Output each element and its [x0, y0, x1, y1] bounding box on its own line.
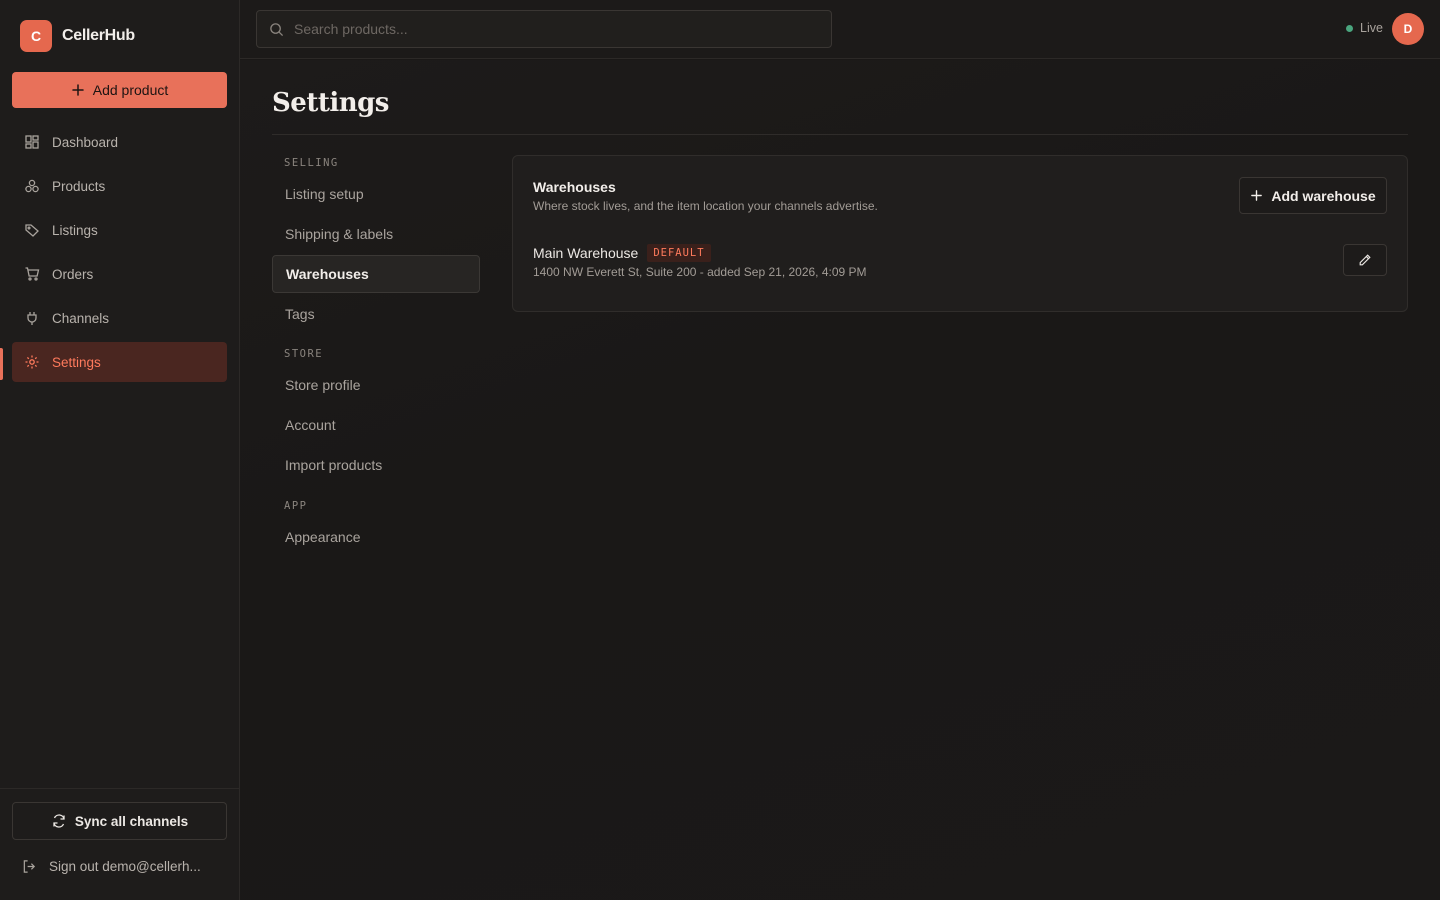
- brand-logo: C: [20, 20, 52, 52]
- live-status: Live: [1346, 21, 1383, 35]
- avatar[interactable]: D: [1392, 13, 1424, 45]
- warehouses-description: Where stock lives, and the item location…: [533, 199, 878, 213]
- subnav-section-app: APP: [284, 500, 308, 512]
- sidebar-item-listings[interactable]: Listings: [12, 210, 227, 250]
- sign-out-label: Sign out demo@cellerh...: [49, 859, 201, 874]
- refresh-icon: [51, 813, 67, 829]
- sidebar-item-orders[interactable]: Orders: [12, 254, 227, 294]
- subnav-item-store-profile[interactable]: Store profile: [272, 366, 480, 404]
- gear-icon: [24, 354, 40, 370]
- warehouse-row: Main Warehouse DEFAULT: [533, 244, 711, 262]
- dashboard-icon: [24, 134, 40, 150]
- sidebar-item-settings[interactable]: Settings: [12, 342, 227, 382]
- sync-label: Sync all channels: [74, 813, 189, 829]
- subnav-section-selling: SELLING: [284, 157, 339, 169]
- sidebar-nav: Dashboard Products Listings Orders Chann…: [12, 122, 227, 386]
- sign-out-icon: [22, 859, 37, 874]
- page-title: Settings: [272, 88, 389, 118]
- top-bar: Live D: [240, 0, 1440, 59]
- add-warehouse-button[interactable]: Add warehouse: [1239, 177, 1387, 214]
- add-product-label: Add product: [92, 82, 169, 98]
- settings-subnav: SELLING Listing setup Shipping & labels …: [272, 150, 480, 556]
- warehouse-meta: 1400 NW Everett St, Suite 200 - added Se…: [533, 265, 867, 279]
- pencil-icon: [1358, 253, 1372, 267]
- products-icon: [24, 178, 40, 194]
- sidebar-item-label: Orders: [52, 266, 94, 282]
- subnav-item-appearance[interactable]: Appearance: [272, 518, 480, 556]
- live-status-label: Live: [1360, 21, 1383, 35]
- sidebar-item-channels[interactable]: Channels: [12, 298, 227, 338]
- edit-warehouse-button[interactable]: [1343, 244, 1387, 276]
- title-divider: [272, 134, 1408, 135]
- sidebar-item-label: Settings: [52, 354, 101, 370]
- search-box[interactable]: [256, 10, 832, 48]
- subnav-item-shipping-labels[interactable]: Shipping & labels: [272, 215, 480, 253]
- subnav-item-listing-setup[interactable]: Listing setup: [272, 175, 480, 213]
- sync-all-channels-button[interactable]: Sync all channels: [12, 802, 227, 840]
- brand[interactable]: C CellerHub: [20, 20, 135, 52]
- sidebar-item-label: Products: [52, 178, 106, 194]
- default-badge: DEFAULT: [647, 244, 711, 262]
- sidebar-item-label: Dashboard: [52, 134, 119, 150]
- sidebar-item-dashboard[interactable]: Dashboard: [12, 122, 227, 162]
- add-product-button[interactable]: Add product: [12, 72, 227, 108]
- search-icon: [269, 22, 284, 37]
- search-input[interactable]: [294, 21, 814, 37]
- warehouses-card: Warehouses Where stock lives, and the it…: [512, 155, 1408, 312]
- sign-out-button[interactable]: Sign out demo@cellerh...: [22, 859, 222, 874]
- subnav-section-store: STORE: [284, 348, 324, 360]
- sidebar-item-products[interactable]: Products: [12, 166, 227, 206]
- sidebar-item-label: Listings: [52, 222, 98, 238]
- sidebar-item-label: Channels: [52, 310, 110, 326]
- live-status-dot: [1346, 24, 1353, 32]
- brand-name: CellerHub: [62, 27, 135, 44]
- cart-icon: [24, 266, 40, 282]
- plug-icon: [24, 310, 40, 326]
- subnav-item-account[interactable]: Account: [272, 406, 480, 444]
- subnav-item-tags[interactable]: Tags: [272, 295, 480, 333]
- sidebar-footer: Sync all channels Sign out demo@cellerh.…: [0, 788, 240, 900]
- plus-icon: [71, 83, 85, 97]
- active-nav-indicator: [0, 348, 3, 380]
- subnav-item-import-products[interactable]: Import products: [272, 446, 480, 484]
- sidebar: C CellerHub Add product Dashboard Produc…: [0, 0, 240, 900]
- subnav-item-warehouses[interactable]: Warehouses: [272, 255, 480, 293]
- warehouses-title: Warehouses: [533, 179, 616, 195]
- warehouse-name: Main Warehouse: [533, 245, 639, 261]
- tag-icon: [24, 222, 40, 238]
- plus-icon: [1250, 189, 1263, 202]
- add-warehouse-label: Add warehouse: [1271, 187, 1376, 204]
